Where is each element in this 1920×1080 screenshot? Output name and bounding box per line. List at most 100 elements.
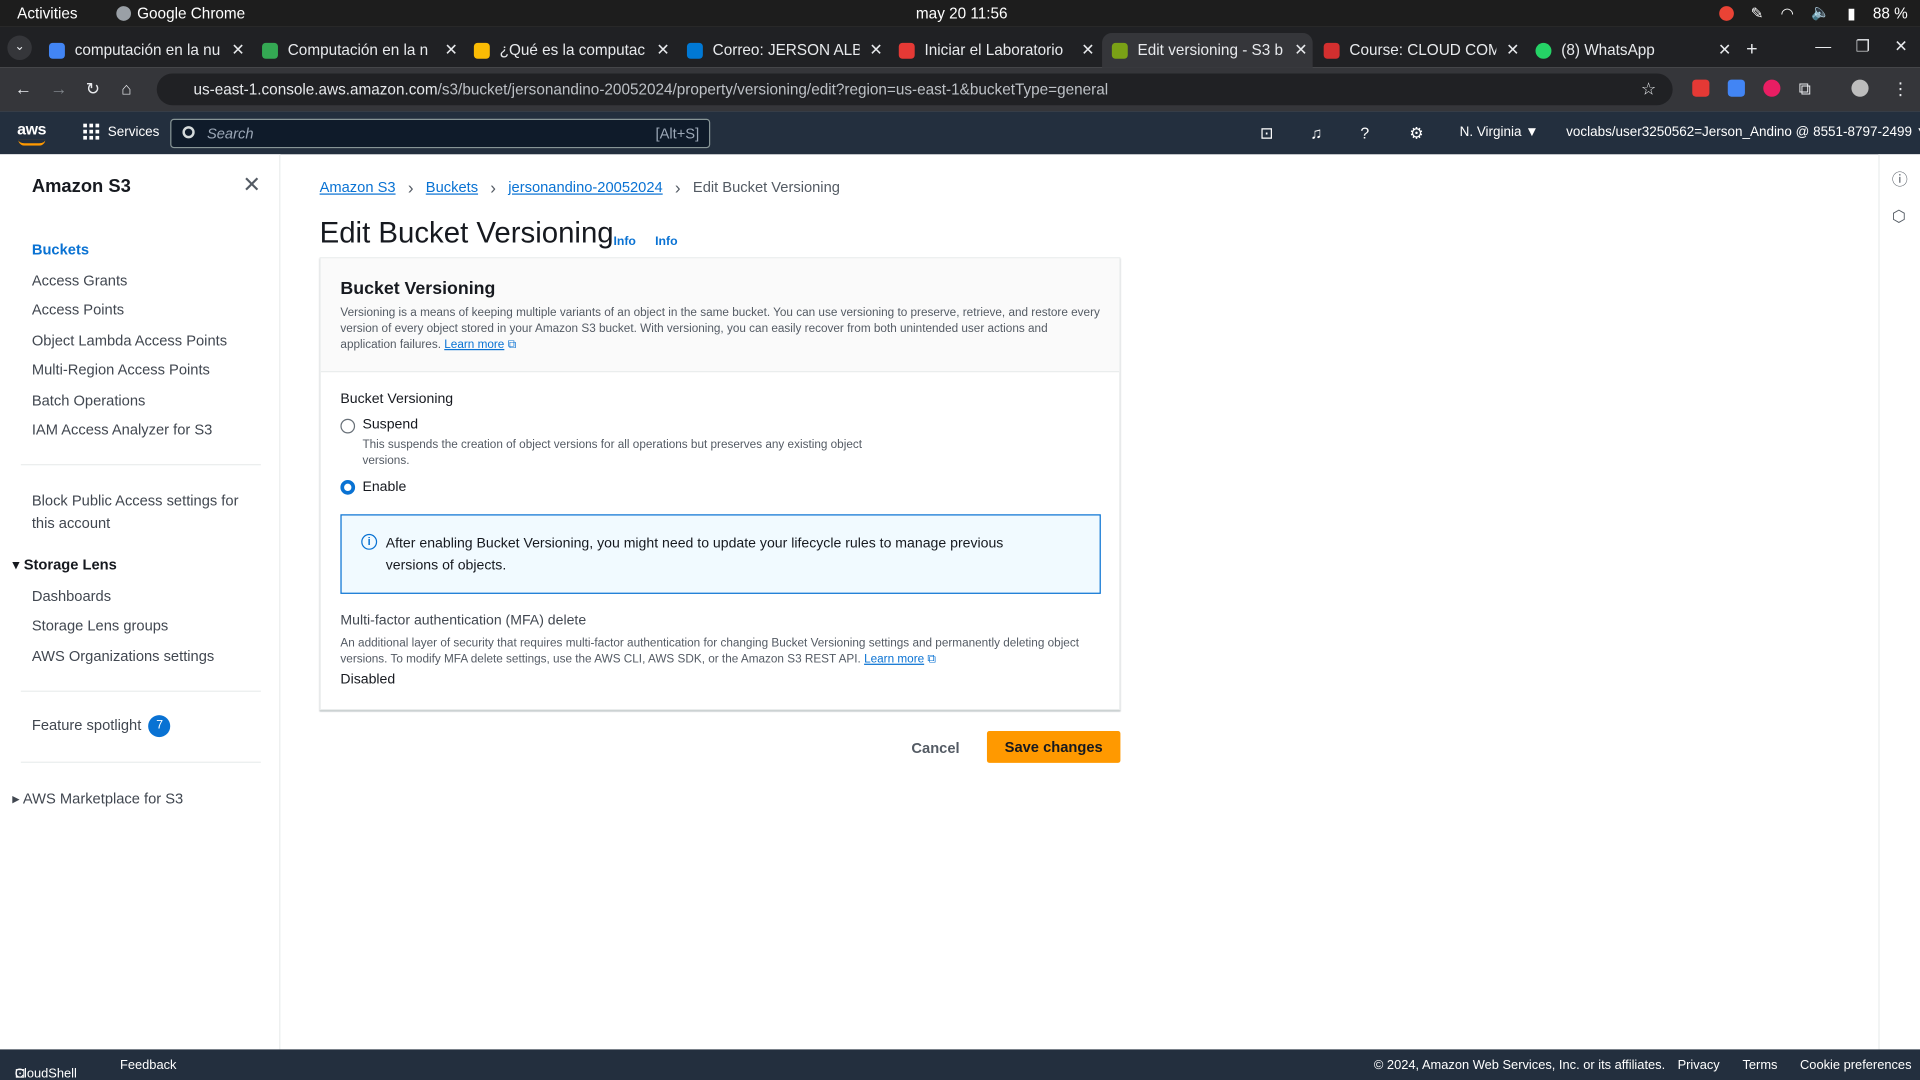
storage-lens-section[interactable]: ▾ Storage Lens: [12, 556, 117, 573]
profile-avatar[interactable]: [1851, 79, 1869, 97]
privacy-link[interactable]: Privacy: [1678, 1058, 1720, 1073]
external-link-icon: ⧉: [927, 652, 936, 667]
tab-favicon-icon: [473, 42, 490, 59]
sidebar-item-multi-region[interactable]: Multi-Region Access Points: [32, 361, 210, 378]
terms-link[interactable]: Terms: [1742, 1058, 1777, 1073]
info-alert: i After enabling Bucket Versioning, you …: [340, 514, 1101, 594]
tab-close-icon[interactable]: ✕: [869, 40, 882, 60]
sidebar-item-batch-operations[interactable]: Batch Operations: [32, 392, 146, 409]
chrome-menu-icon[interactable]: ⋮: [1892, 78, 1909, 99]
app-menu[interactable]: Google Chrome: [116, 5, 245, 22]
close-window-icon[interactable]: ✕: [1894, 37, 1907, 57]
browser-tab-active[interactable]: Edit versioning - S3 b ✕: [1102, 33, 1313, 68]
enable-radio[interactable]: [340, 480, 356, 495]
browser-tab[interactable]: ¿Qué es la computac ✕: [464, 33, 670, 67]
help-panel-icon[interactable]: ⬡: [1892, 207, 1906, 227]
s3-sidebar: Amazon S3 ✕ Buckets Access Grants Access…: [0, 154, 281, 1050]
reload-icon[interactable]: ↻: [86, 78, 100, 99]
sidebar-title[interactable]: Amazon S3: [32, 176, 131, 197]
aws-search-input[interactable]: Search [Alt+S]: [170, 118, 711, 149]
cloudshell-icon[interactable]: ⊡: [1260, 124, 1273, 144]
browser-tab[interactable]: Correo: JERSON ALB ✕: [677, 33, 883, 67]
tab-close-icon[interactable]: ✕: [444, 40, 457, 60]
right-tools-rail: ⓘ ⬡: [1878, 154, 1920, 1050]
sidebar-item-object-lambda[interactable]: Object Lambda Access Points: [32, 332, 227, 349]
new-tab-button[interactable]: +: [1736, 33, 1757, 67]
tab-close-icon[interactable]: ✕: [1506, 40, 1519, 60]
tab-close-icon[interactable]: ✕: [656, 40, 669, 60]
breadcrumb-current: Edit Bucket Versioning: [692, 178, 840, 196]
browser-tab[interactable]: computación en la nu ✕: [39, 33, 245, 67]
app-name: Google Chrome: [137, 4, 246, 23]
back-icon[interactable]: ←: [15, 78, 32, 98]
region-selector[interactable]: N. Virginia ▼: [1460, 125, 1539, 140]
minimize-icon[interactable]: —: [1815, 37, 1831, 57]
cookie-preferences-link[interactable]: Cookie preferences: [1800, 1058, 1912, 1073]
extensions-puzzle-icon[interactable]: ⧉: [1799, 78, 1811, 99]
bookmark-star-icon[interactable]: ☆: [1641, 78, 1656, 99]
aws-logo[interactable]: aws: [17, 120, 46, 146]
sidebar-item-dashboards[interactable]: Dashboards: [32, 588, 111, 605]
settings-gear-icon[interactable]: ⚙: [1409, 124, 1423, 144]
sidebar-item-feature-spotlight[interactable]: Feature spotlight 7: [32, 715, 171, 738]
tab-close-icon[interactable]: ✕: [1718, 40, 1731, 60]
alert-text: After enabling Bucket Versioning, you mi…: [385, 536, 1004, 574]
learn-more-link[interactable]: Learn more: [864, 653, 924, 666]
tab-favicon-icon: [686, 42, 703, 59]
breadcrumb-buckets[interactable]: Buckets: [426, 179, 478, 196]
browser-tab[interactable]: Course: CLOUD COM ✕: [1314, 33, 1519, 67]
address-bar[interactable]: us-east-1.console.aws.amazon.com/s3/buck…: [156, 73, 1673, 106]
browser-tab[interactable]: Iniciar el Laboratorio ✕: [889, 33, 1095, 67]
close-sidebar-icon[interactable]: ✕: [242, 173, 260, 199]
tab-close-icon[interactable]: ✕: [231, 40, 244, 60]
tab-favicon-icon: [48, 42, 65, 59]
chevron-right-icon: ›: [407, 177, 414, 198]
tab-title: Iniciar el Laboratorio: [924, 41, 1064, 59]
cancel-button[interactable]: Cancel: [901, 733, 970, 762]
breadcrumb-bucket-name[interactable]: jersonandino-20052024: [508, 179, 662, 196]
activities-button[interactable]: Activities: [17, 5, 77, 22]
home-icon[interactable]: ⌂: [121, 78, 131, 98]
sidebar-item-storage-lens-groups[interactable]: Storage Lens groups: [32, 617, 168, 634]
feedback-link[interactable]: Feedback: [120, 1058, 176, 1073]
breadcrumb-amazon-s3[interactable]: Amazon S3: [320, 179, 396, 196]
account-menu[interactable]: voclabs/user3250562=Jerson_Andino @ 8551…: [1566, 125, 1920, 140]
system-tray[interactable]: ✎ ◠ 🔈 ▮ 88 %: [1718, 4, 1908, 22]
browser-tab[interactable]: Computación en la n ✕: [252, 33, 458, 67]
translate-extension-icon[interactable]: [1727, 79, 1745, 97]
tab-title: Correo: JERSON ALB: [712, 41, 860, 59]
info-icon: i: [361, 533, 378, 550]
aws-console-header: aws Services Search [Alt+S] ⊡ ♫ ? ⚙ N. Vi…: [0, 111, 1920, 155]
clock[interactable]: may 20 11:56: [916, 5, 1008, 22]
sidebar-item-access-points[interactable]: Access Points: [32, 301, 124, 318]
sidebar-item-access-grants[interactable]: Access Grants: [32, 272, 128, 289]
extension-icon[interactable]: [1692, 79, 1710, 97]
sidebar-item-block-public-access-line2[interactable]: this account: [32, 514, 110, 531]
forward-icon[interactable]: →: [50, 78, 67, 98]
services-menu-button[interactable]: Services: [83, 123, 160, 140]
services-label: Services: [107, 124, 160, 139]
info-panel-icon[interactable]: ⓘ: [1892, 167, 1908, 190]
suspend-radio[interactable]: [340, 418, 356, 434]
info-link[interactable]: Info: [655, 235, 677, 248]
browser-tab[interactable]: (8) WhatsApp ✕: [1526, 33, 1731, 67]
save-changes-button[interactable]: Save changes: [986, 731, 1121, 763]
maximize-icon[interactable]: ❐: [1856, 37, 1870, 57]
sidebar-item-block-public-access[interactable]: Block Public Access settings for: [32, 492, 239, 509]
sidebar-item-buckets[interactable]: Buckets: [32, 241, 89, 258]
info-link[interactable]: Info: [613, 235, 635, 248]
tab-close-icon[interactable]: ✕: [1081, 40, 1094, 60]
sidebar-item-iam-analyzer[interactable]: IAM Access Analyzer for S3: [32, 421, 212, 438]
suspend-label[interactable]: Suspend: [362, 418, 418, 433]
tab-close-icon[interactable]: ✕: [1294, 40, 1307, 60]
learn-more-link[interactable]: Learn more: [444, 338, 504, 351]
marketplace-section[interactable]: ▸ AWS Marketplace for S3: [12, 790, 183, 807]
tab-favicon-icon: [262, 42, 278, 59]
sidebar-item-org-settings[interactable]: AWS Organizations settings: [32, 648, 214, 665]
extension-icon[interactable]: [1763, 79, 1781, 97]
breadcrumb: Amazon S3 › Buckets › jersonandino-2005202…: [320, 178, 840, 198]
tab-search-button[interactable]: ⌄: [7, 35, 32, 61]
help-icon[interactable]: ?: [1360, 124, 1369, 142]
notifications-bell-icon[interactable]: ♫: [1310, 124, 1322, 142]
enable-label[interactable]: Enable: [362, 480, 406, 495]
